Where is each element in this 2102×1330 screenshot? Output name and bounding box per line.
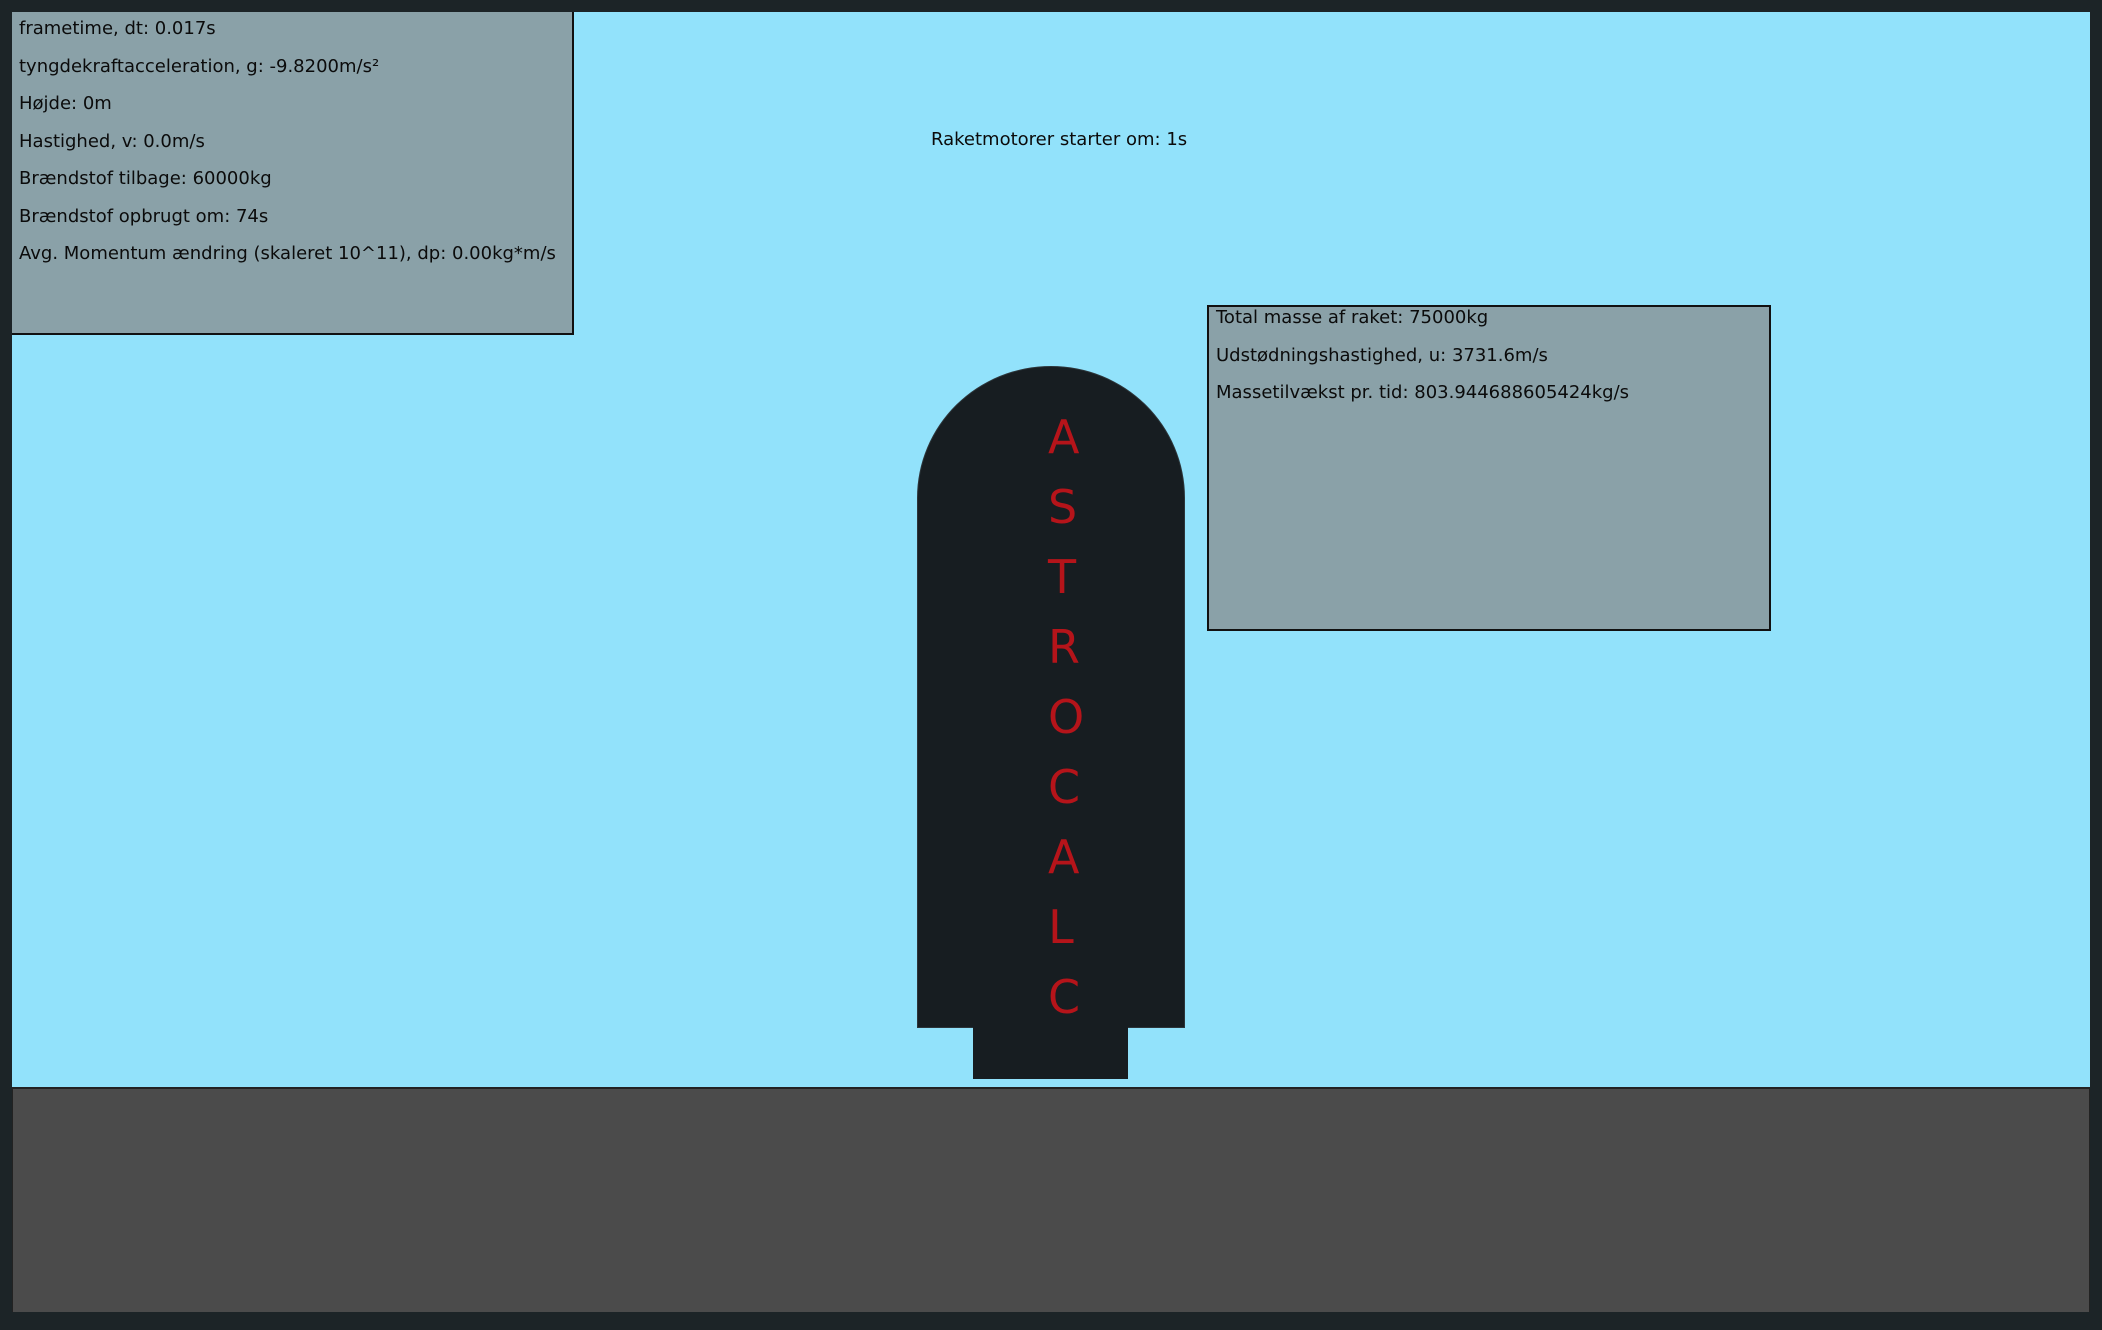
ground <box>12 1087 2090 1312</box>
frametime-text: frametime, dt: 0.017s <box>19 18 216 39</box>
rocket-letter: C <box>1048 760 1081 814</box>
rocket-letter: A <box>1048 830 1080 884</box>
exhaust-velocity-text: Udstødningshastighed, u: 3731.6m/s <box>1216 345 1548 366</box>
flight-stats-panel: frametime, dt: 0.017s tyngdekraftacceler… <box>12 12 574 335</box>
gravity-text: tyngdekraftacceleration, g: -9.8200m/s² <box>19 56 380 77</box>
rocket-nozzle <box>973 1027 1128 1079</box>
mass-rate-text: Massetilvækst pr. tid: 803.944688605424k… <box>1216 382 1630 403</box>
momentum-text: Avg. Momentum ændring (skaleret 10^11), … <box>19 243 556 264</box>
engine-countdown-text: Raketmotorer starter om: 1s <box>931 129 1188 150</box>
rocket-letter: A <box>1048 410 1080 464</box>
rocket-letter: R <box>1048 620 1080 674</box>
total-mass-text: Total masse af raket: 75000kg <box>1216 307 1489 328</box>
rocket-mass-panel: Total masse af raket: 75000kg Udstødning… <box>1207 305 1771 631</box>
sky-scene: frametime, dt: 0.017s tyngdekraftacceler… <box>12 12 2090 1088</box>
velocity-text: Hastighed, v: 0.0m/s <box>19 131 205 152</box>
rocket-letter: O <box>1048 690 1085 744</box>
rocket-letter: S <box>1048 480 1078 534</box>
rocket-letter: T <box>1048 550 1077 604</box>
rocket-letter: C <box>1048 970 1081 1024</box>
fuel-left-text: Brændstof tilbage: 60000kg <box>19 168 272 189</box>
rocket-letter: L <box>1048 900 1074 954</box>
height-text: Højde: 0m <box>19 93 112 114</box>
fuel-empty-text: Brændstof opbrugt om: 74s <box>19 206 269 227</box>
